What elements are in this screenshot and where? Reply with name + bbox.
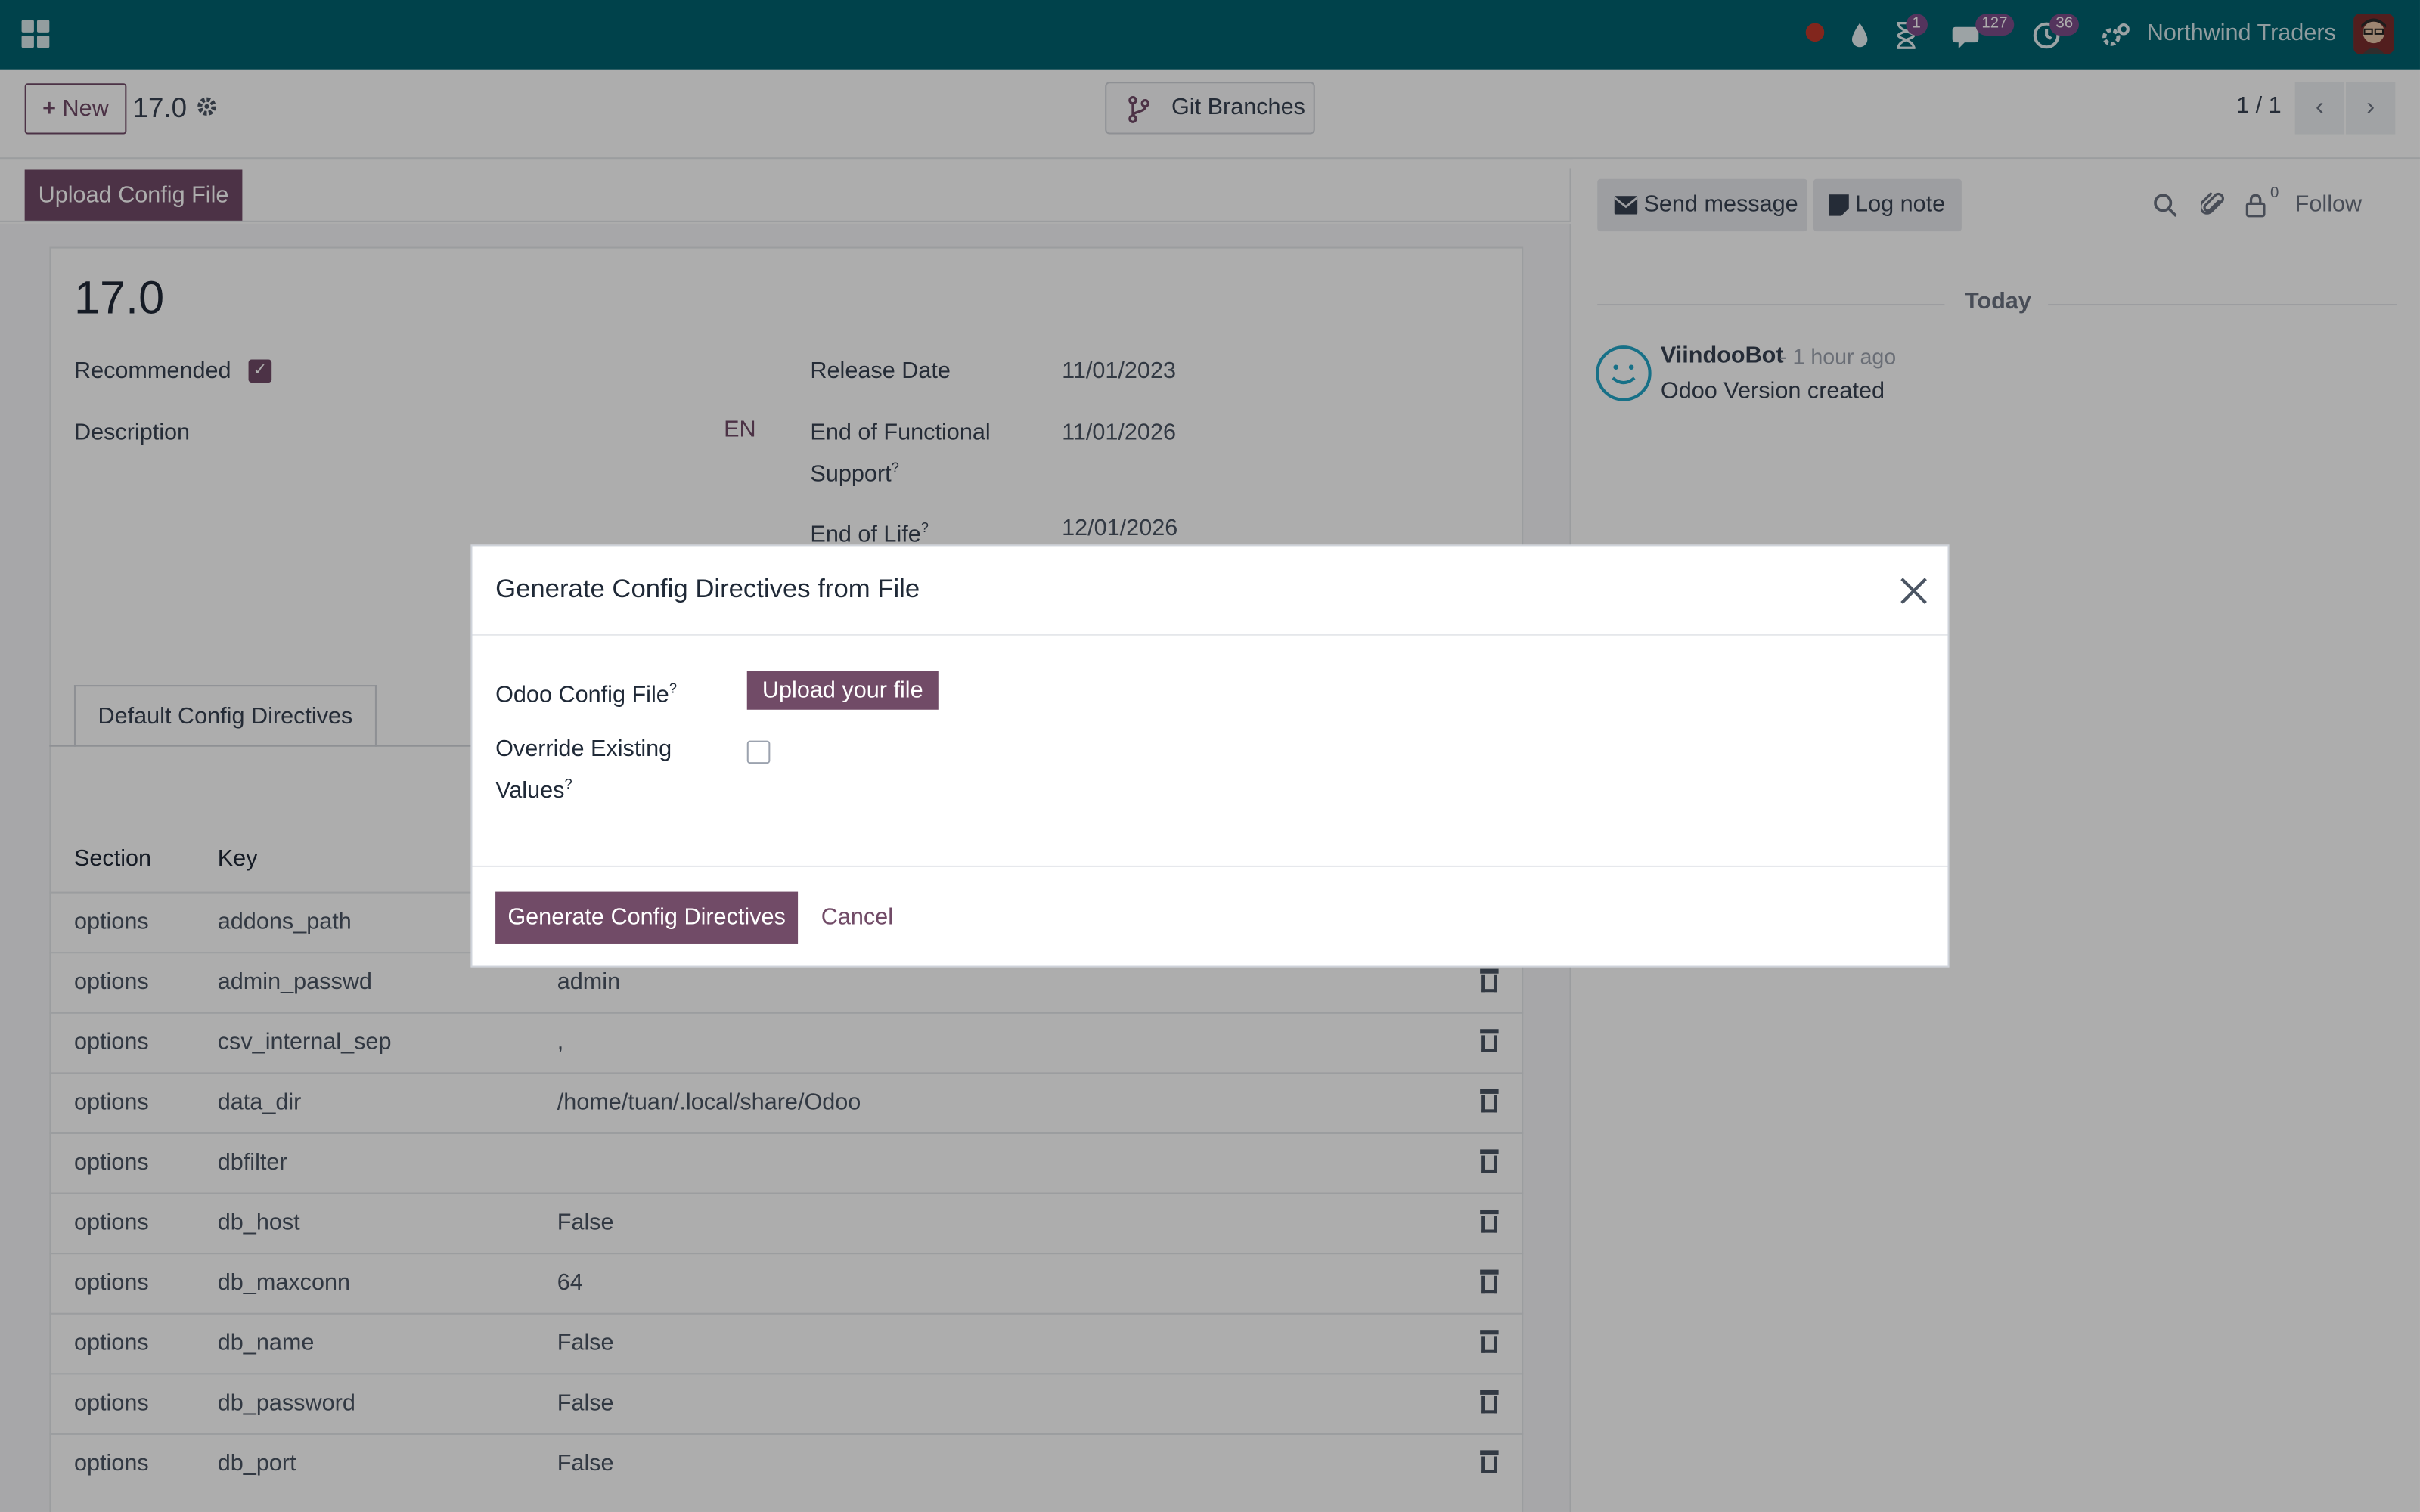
- upload-file-button[interactable]: Upload your file: [746, 671, 939, 710]
- help-tooltip-icon[interactable]: ?: [564, 776, 572, 792]
- config-file-label: Odoo Config File?: [495, 680, 678, 708]
- generate-config-directives-button[interactable]: Generate Config Directives: [495, 891, 799, 944]
- help-tooltip-icon[interactable]: ?: [669, 680, 677, 696]
- generate-config-dialog: Generate Config Directives from File Odo…: [470, 544, 1950, 968]
- dialog-title: Generate Config Directives from File: [495, 574, 920, 603]
- override-existing-checkbox[interactable]: [746, 740, 771, 764]
- dialog-footer-divider: [472, 865, 1948, 867]
- close-icon[interactable]: [1898, 575, 1929, 606]
- dialog-header-divider: [472, 634, 1948, 636]
- cancel-button[interactable]: Cancel: [821, 904, 893, 931]
- override-existing-label: Override Existing Values?: [495, 736, 672, 804]
